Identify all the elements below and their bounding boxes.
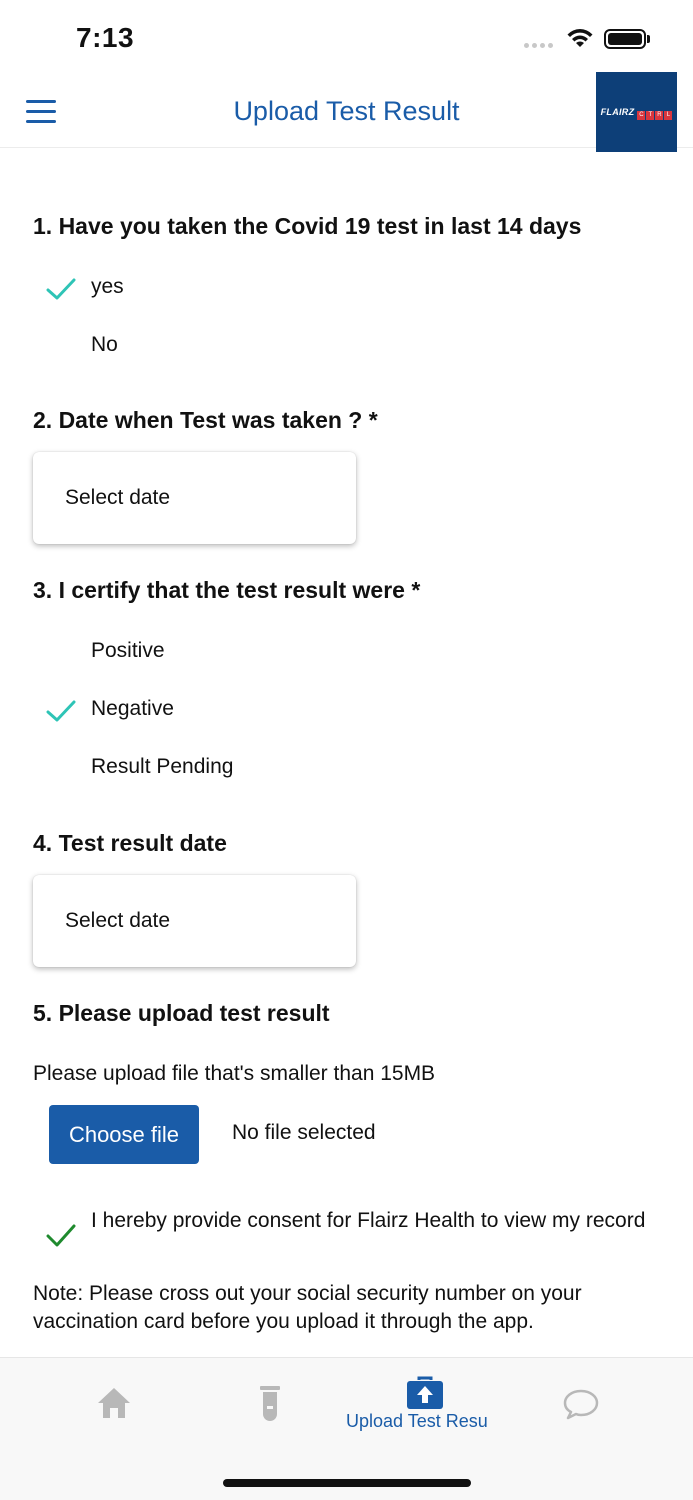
battery-icon <box>604 29 646 49</box>
page-title: Upload Test Result <box>233 96 460 126</box>
option-label: Negative <box>91 697 174 720</box>
home-indicator <box>223 1479 471 1487</box>
consent-checkbox[interactable]: I hereby provide consent for Flairz Heal… <box>40 1204 660 1264</box>
test-taken-date-picker[interactable]: Select date <box>33 452 356 544</box>
option-label: Positive <box>91 639 165 662</box>
home-icon <box>98 1388 130 1418</box>
q1-option-yes[interactable]: yes <box>40 263 460 313</box>
chat-icon <box>563 1389 599 1420</box>
tab-label: Upload Test Resu <box>346 1411 488 1431</box>
upload-briefcase-icon <box>407 1376 443 1409</box>
test-result-date-picker[interactable]: Select date <box>33 875 356 967</box>
tab-home[interactable] <box>90 1358 140 1448</box>
tab-test[interactable] <box>248 1358 298 1448</box>
app-header: Upload Test Result FLAIRZ CTRL <box>0 72 693 152</box>
security-note: Note: Please cross out your social secur… <box>33 1282 582 1333</box>
tab-chat[interactable] <box>560 1358 604 1448</box>
date-placeholder: Select date <box>65 909 171 932</box>
flairz-ctrl-logo: FLAIRZ CTRL <box>596 72 677 152</box>
status-time: 7:13 <box>76 22 135 53</box>
q3-option-result-pending[interactable]: Result Pending <box>40 743 460 793</box>
wifi-icon <box>567 29 593 47</box>
q1-option-no[interactable]: No <box>40 321 460 371</box>
question-3-title: 3. I certify that the test result were * <box>33 577 421 603</box>
question-1-title: 1. Have you taken the Covid 19 test in l… <box>33 213 582 239</box>
date-placeholder: Select date <box>65 486 171 509</box>
upload-size-note: Please upload file that's smaller than 1… <box>33 1062 436 1085</box>
file-status: No file selected <box>232 1121 376 1144</box>
choose-file-button[interactable]: Choose file <box>49 1105 199 1164</box>
question-5-title: 5. Please upload test result <box>33 1000 330 1026</box>
tab-upload-test-result[interactable]: Upload Test Resu <box>346 1358 506 1448</box>
cellular-signal-icon <box>524 43 553 48</box>
consent-label: I hereby provide consent for Flairz Heal… <box>91 1209 646 1232</box>
q3-option-negative[interactable]: Negative <box>40 685 460 735</box>
status-bar: 7:13 <box>0 0 693 72</box>
checkmark-icon <box>46 278 76 300</box>
q3-option-positive[interactable]: Positive <box>40 627 460 677</box>
checkmark-icon <box>46 1224 76 1247</box>
option-label: Result Pending <box>91 755 234 778</box>
option-label: No <box>91 333 118 356</box>
test-tube-icon <box>260 1386 280 1421</box>
question-2-title: 2. Date when Test was taken ? * <box>33 407 378 433</box>
option-label: yes <box>91 275 124 298</box>
checkmark-icon <box>46 700 76 722</box>
question-4-title: 4. Test result date <box>33 830 227 856</box>
